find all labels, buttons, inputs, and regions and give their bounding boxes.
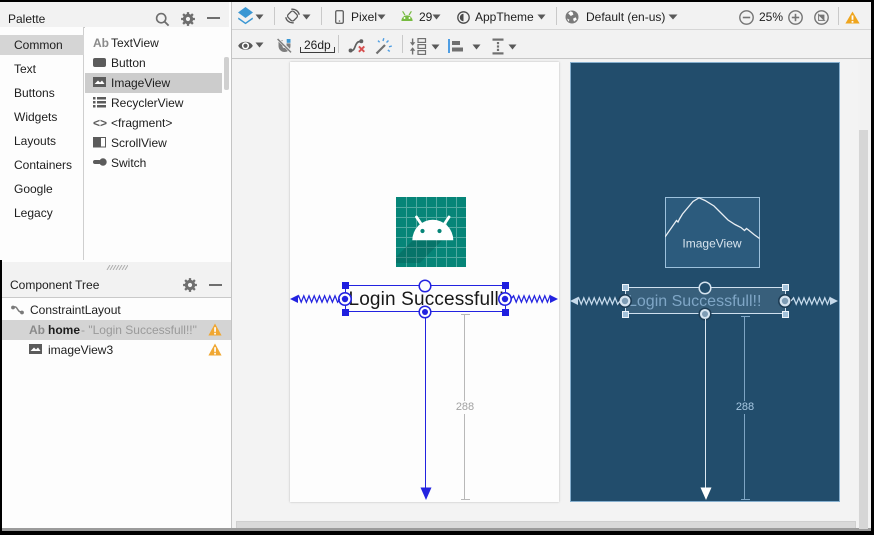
svg-text:ImageView: ImageView xyxy=(682,237,741,251)
